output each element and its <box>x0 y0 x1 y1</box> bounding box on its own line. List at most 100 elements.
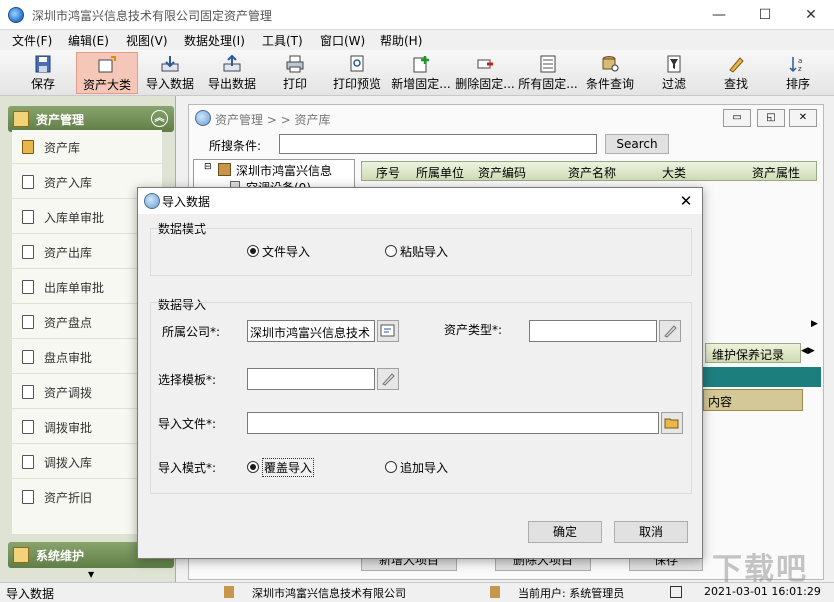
col-asset-code[interactable]: 资产编码 <box>478 164 526 181</box>
file-browse-button[interactable] <box>661 412 683 434</box>
status-company: 深圳市鸿富兴信息技术有限公司 <box>252 587 406 600</box>
menu-data[interactable]: 数据处理(I) <box>184 32 245 49</box>
document-icon <box>22 210 34 224</box>
file-import-label[interactable]: 文件导入 <box>262 243 310 260</box>
overwrite-import-label[interactable]: 覆盖导入 <box>262 458 315 477</box>
edit-icon <box>664 325 677 338</box>
company-picker-button[interactable] <box>377 320 399 342</box>
print-preview-button[interactable]: 打印预览 <box>328 52 386 94</box>
sort-button[interactable]: az 排序 <box>776 52 820 94</box>
menu-view[interactable]: 视图(V) <box>126 32 168 49</box>
file-field[interactable] <box>247 412 659 434</box>
search-input[interactable] <box>279 134 597 154</box>
box-icon <box>22 140 34 154</box>
menu-bar: 文件(F) 编辑(E) 视图(V) 数据处理(I) 工具(T) 窗口(W) 帮助… <box>0 30 834 50</box>
breadcrumb: 资产管理 > > 资产库 <box>215 113 331 127</box>
folder-open-icon <box>664 418 679 429</box>
col-asset-name[interactable]: 资产名称 <box>568 164 616 181</box>
import-data-button[interactable]: 导入数据 <box>142 52 198 94</box>
document-icon <box>22 350 34 364</box>
file-label: 导入文件*: <box>158 417 217 431</box>
document-icon <box>22 385 34 399</box>
scroll-right-icon[interactable]: ▶ <box>811 319 818 329</box>
menu-edit[interactable]: 编辑(E) <box>68 32 109 49</box>
dialog-title: 导入数据 <box>162 195 211 209</box>
document-icon <box>22 280 34 294</box>
content-column-header: 内容 <box>703 389 803 411</box>
menu-tools[interactable]: 工具(T) <box>262 32 303 49</box>
add-icon <box>413 56 429 73</box>
radio-dot <box>250 248 256 254</box>
add-asset-button[interactable]: 新增固定... <box>390 52 452 94</box>
scroll-down-icon[interactable]: ▼ <box>88 570 94 579</box>
import-mode-label: 导入模式*: <box>158 461 217 475</box>
category-icon <box>98 56 116 73</box>
ok-button[interactable]: 确定 <box>528 521 602 543</box>
company-label: 所属公司*: <box>162 325 221 339</box>
asset-type-picker-button[interactable] <box>659 320 681 342</box>
col-index[interactable]: 序号 <box>376 164 400 181</box>
radio-paste-import[interactable] <box>385 245 397 257</box>
toolbar: 保存 资产大类 导入数据 导出数据 打印 打印预览 新增固定... 删除固定..… <box>0 50 834 96</box>
minimize-button[interactable]: — <box>696 0 742 30</box>
export-icon <box>223 55 241 72</box>
dialog-close-button[interactable]: ✕ <box>674 190 698 212</box>
collapse-chevron-icon[interactable]: ︽ <box>151 110 168 127</box>
edit-icon <box>382 373 395 386</box>
save-button[interactable]: 保存 <box>18 52 68 94</box>
document-icon <box>22 490 34 504</box>
all-assets-button[interactable]: 所有固定... <box>516 52 580 94</box>
tab-maintenance-record[interactable]: 维护保养记录 <box>705 343 801 363</box>
asset-type-field[interactable] <box>529 320 657 342</box>
condition-query-button[interactable]: 条件查询 <box>582 52 638 94</box>
col-category[interactable]: 大类 <box>662 164 686 181</box>
tab-nav-arrows[interactable]: ◀▶ <box>801 346 815 356</box>
tree-root-node[interactable]: 深圳市鸿富兴信息 <box>236 162 332 179</box>
delete-asset-button[interactable]: 删除固定... <box>454 52 516 94</box>
export-data-button[interactable]: 导出数据 <box>204 52 260 94</box>
folder-icon <box>218 163 231 176</box>
template-field[interactable] <box>247 368 375 390</box>
dialog-icon <box>144 193 160 209</box>
template-picker-button[interactable] <box>377 368 399 390</box>
clock-icon <box>670 586 682 598</box>
find-button[interactable]: 查找 <box>714 52 758 94</box>
company-field[interactable]: 深圳市鸿富兴信息技术 <box>247 320 375 342</box>
maximize-button[interactable]: ☐ <box>742 0 788 30</box>
append-import-label[interactable]: 追加导入 <box>400 459 448 476</box>
grid-icon <box>13 547 29 563</box>
search-button[interactable]: Search <box>605 134 669 154</box>
col-asset-attribute[interactable]: 资产属性 <box>752 164 800 181</box>
panel-restore-button[interactable]: ◱ <box>757 109 785 127</box>
user-icon <box>490 586 500 598</box>
paste-import-label[interactable]: 粘贴导入 <box>400 243 448 260</box>
close-window-button[interactable]: ✕ <box>788 0 834 30</box>
radio-append-import[interactable] <box>385 461 397 473</box>
watermark: 下载吧 <box>712 552 808 587</box>
status-text: 导入数据 <box>6 587 55 601</box>
col-unit[interactable]: 所属单位 <box>416 164 464 181</box>
window-title: 深圳市鸿富兴信息技术有限公司固定资产管理 <box>32 9 273 23</box>
sidebar-header-asset-management[interactable]: 资产管理 ︽ <box>8 106 174 132</box>
print-button[interactable]: 打印 <box>272 52 318 94</box>
panel-minimize-button[interactable]: ▭ <box>723 109 751 127</box>
svg-text:z: z <box>798 65 802 73</box>
asset-category-button[interactable]: 资产大类 <box>76 52 138 94</box>
radio-dot <box>250 464 256 470</box>
template-label: 选择模板*: <box>158 373 217 387</box>
tree-expand-icon[interactable]: ⊟ <box>204 162 212 172</box>
menu-window[interactable]: 窗口(W) <box>320 32 365 49</box>
panel-close-button[interactable]: ✕ <box>789 109 817 127</box>
menu-help[interactable]: 帮助(H) <box>380 32 422 49</box>
menu-file[interactable]: 文件(F) <box>12 32 52 49</box>
browse-icon <box>380 324 395 337</box>
filter-icon <box>667 55 681 73</box>
radio-overwrite-import[interactable] <box>247 461 259 473</box>
grid-icon <box>13 111 29 127</box>
filter-button[interactable]: 过滤 <box>652 52 696 94</box>
cancel-button[interactable]: 取消 <box>614 521 688 543</box>
sidebar-item-asset-library[interactable]: 资产库 <box>12 130 162 164</box>
document-icon <box>22 455 34 469</box>
radio-file-import[interactable] <box>247 245 259 257</box>
document-icon <box>22 315 34 329</box>
